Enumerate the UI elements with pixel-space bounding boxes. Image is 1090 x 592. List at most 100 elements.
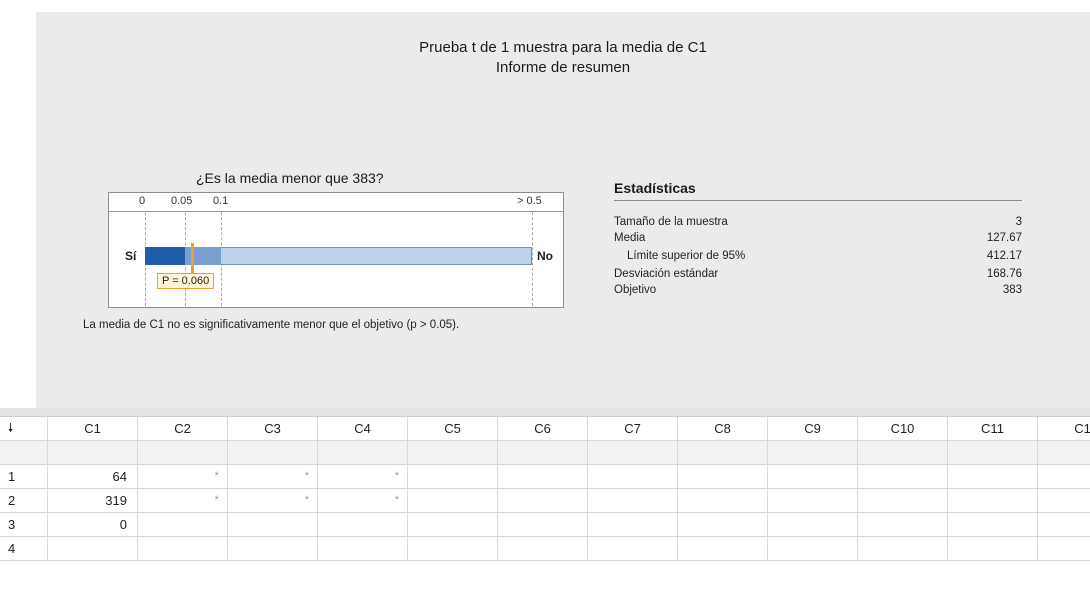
- worksheet-cell[interactable]: [948, 537, 1038, 561]
- worksheet-cell[interactable]: [678, 537, 768, 561]
- pane-splitter[interactable]: [0, 408, 1090, 417]
- worksheet-cell[interactable]: [1038, 537, 1090, 561]
- column-header-c6[interactable]: C6: [498, 417, 588, 441]
- down-arrow-icon[interactable]: 🠗: [0, 417, 48, 441]
- yes-label: Sí: [125, 249, 137, 263]
- worksheet-cell[interactable]: [498, 465, 588, 489]
- worksheet-cell[interactable]: [678, 489, 768, 513]
- stat-value: 168.76: [986, 268, 1022, 280]
- worksheet-cell[interactable]: [138, 537, 228, 561]
- column-name-cell[interactable]: [858, 441, 948, 465]
- worksheet-cell[interactable]: [858, 537, 948, 561]
- column-name-cell[interactable]: [588, 441, 678, 465]
- worksheet-cell[interactable]: [858, 489, 948, 513]
- worksheet-cell[interactable]: [408, 513, 498, 537]
- tick-label-gt-0.5: > 0.5: [517, 195, 542, 207]
- worksheet-cell[interactable]: *: [228, 465, 318, 489]
- column-name-cell[interactable]: [318, 441, 408, 465]
- column-name-cell[interactable]: [228, 441, 318, 465]
- worksheet-cell[interactable]: [408, 465, 498, 489]
- stat-value: 383: [1002, 284, 1022, 296]
- column-name-cell[interactable]: [948, 441, 1038, 465]
- worksheet-cell[interactable]: [138, 513, 228, 537]
- worksheet-cell[interactable]: [678, 513, 768, 537]
- worksheet-cell[interactable]: [588, 513, 678, 537]
- worksheet-cell[interactable]: [948, 513, 1038, 537]
- column-name-cell[interactable]: [138, 441, 228, 465]
- row-header-2[interactable]: 2: [0, 489, 48, 513]
- column-header-c7[interactable]: C7: [588, 417, 678, 441]
- column-header-c2[interactable]: C2: [138, 417, 228, 441]
- column-name-cell[interactable]: [408, 441, 498, 465]
- table-row: 2 319 * * *: [0, 489, 1090, 513]
- worksheet-cell[interactable]: [588, 465, 678, 489]
- worksheet-cell[interactable]: [768, 489, 858, 513]
- column-name-row: [0, 441, 1090, 465]
- worksheet-cell[interactable]: *: [138, 489, 228, 513]
- column-name-cell[interactable]: [1038, 441, 1090, 465]
- column-header-c8[interactable]: C8: [678, 417, 768, 441]
- worksheet-cell[interactable]: *: [138, 465, 228, 489]
- stat-value: 412.17: [986, 250, 1022, 262]
- row-header-1[interactable]: 1: [0, 465, 48, 489]
- worksheet-cell[interactable]: [948, 489, 1038, 513]
- worksheet-cell[interactable]: [678, 465, 768, 489]
- worksheet-cell[interactable]: [768, 513, 858, 537]
- column-header-c11[interactable]: C11: [948, 417, 1038, 441]
- report-subtitle: Informe de resumen: [495, 59, 631, 76]
- worksheet-cell[interactable]: [1038, 513, 1090, 537]
- worksheet-cell[interactable]: *: [228, 489, 318, 513]
- stat-row-target: Objetivo 383: [614, 284, 1022, 300]
- gauge-scale: 0 0.05 0.1 > 0.5: [109, 193, 563, 212]
- stat-label: Tamaño de la muestra: [614, 216, 728, 228]
- worksheet-cell[interactable]: [1038, 465, 1090, 489]
- column-header-c5[interactable]: C5: [408, 417, 498, 441]
- worksheet-cell[interactable]: *: [318, 489, 408, 513]
- worksheet-cell[interactable]: [498, 513, 588, 537]
- worksheet-cell[interactable]: [318, 513, 408, 537]
- worksheet-cell[interactable]: 0: [48, 513, 138, 537]
- column-header-c10[interactable]: C10: [858, 417, 948, 441]
- column-name-cell[interactable]: [48, 441, 138, 465]
- worksheet-cell[interactable]: [588, 537, 678, 561]
- worksheet-cell[interactable]: [588, 489, 678, 513]
- worksheet-cell[interactable]: [858, 465, 948, 489]
- column-header-c3[interactable]: C3: [228, 417, 318, 441]
- tick-label-0.05: 0.05: [171, 195, 193, 207]
- column-header-c1[interactable]: C1: [48, 417, 138, 441]
- worksheet-cell[interactable]: *: [318, 465, 408, 489]
- conclusion-text: La media de C1 no es significativamente …: [83, 319, 460, 331]
- p-value-gauge: 0 0.05 0.1 > 0.5 Sí No P = 0.060: [108, 192, 564, 308]
- worksheet-cell[interactable]: [228, 513, 318, 537]
- column-name-cell[interactable]: [678, 441, 768, 465]
- worksheet-cell[interactable]: [228, 537, 318, 561]
- worksheet-cell[interactable]: [498, 537, 588, 561]
- row-header-3[interactable]: 3: [0, 513, 48, 537]
- report-panel: Prueba t de 1 muestra para la media de C…: [36, 12, 1090, 408]
- column-name-cell[interactable]: [768, 441, 858, 465]
- worksheet-cell[interactable]: [1038, 489, 1090, 513]
- row-header-4[interactable]: 4: [0, 537, 48, 561]
- table-row: 1 64 * * *: [0, 465, 1090, 489]
- tick-label-0: 0: [139, 195, 146, 207]
- column-header-c4[interactable]: C4: [318, 417, 408, 441]
- worksheet-cell[interactable]: [408, 537, 498, 561]
- column-header-c9[interactable]: C9: [768, 417, 858, 441]
- worksheet-cell[interactable]: 319: [48, 489, 138, 513]
- gauge-bar-dark: [145, 247, 185, 265]
- worksheet-cell[interactable]: [48, 537, 138, 561]
- row-header-name[interactable]: [0, 441, 48, 465]
- worksheet-cell[interactable]: [858, 513, 948, 537]
- worksheet-cell[interactable]: [498, 489, 588, 513]
- column-name-cell[interactable]: [498, 441, 588, 465]
- column-header-c1[interactable]: C1: [1038, 417, 1090, 441]
- worksheet-cell[interactable]: 64: [48, 465, 138, 489]
- worksheet-cell[interactable]: [318, 537, 408, 561]
- stat-value: 127.67: [986, 232, 1022, 244]
- worksheet-cell[interactable]: [408, 489, 498, 513]
- worksheet-cell[interactable]: [768, 537, 858, 561]
- worksheet-cell[interactable]: [768, 465, 858, 489]
- table-row: 4: [0, 537, 1090, 561]
- no-label: No: [537, 249, 553, 263]
- worksheet-cell[interactable]: [948, 465, 1038, 489]
